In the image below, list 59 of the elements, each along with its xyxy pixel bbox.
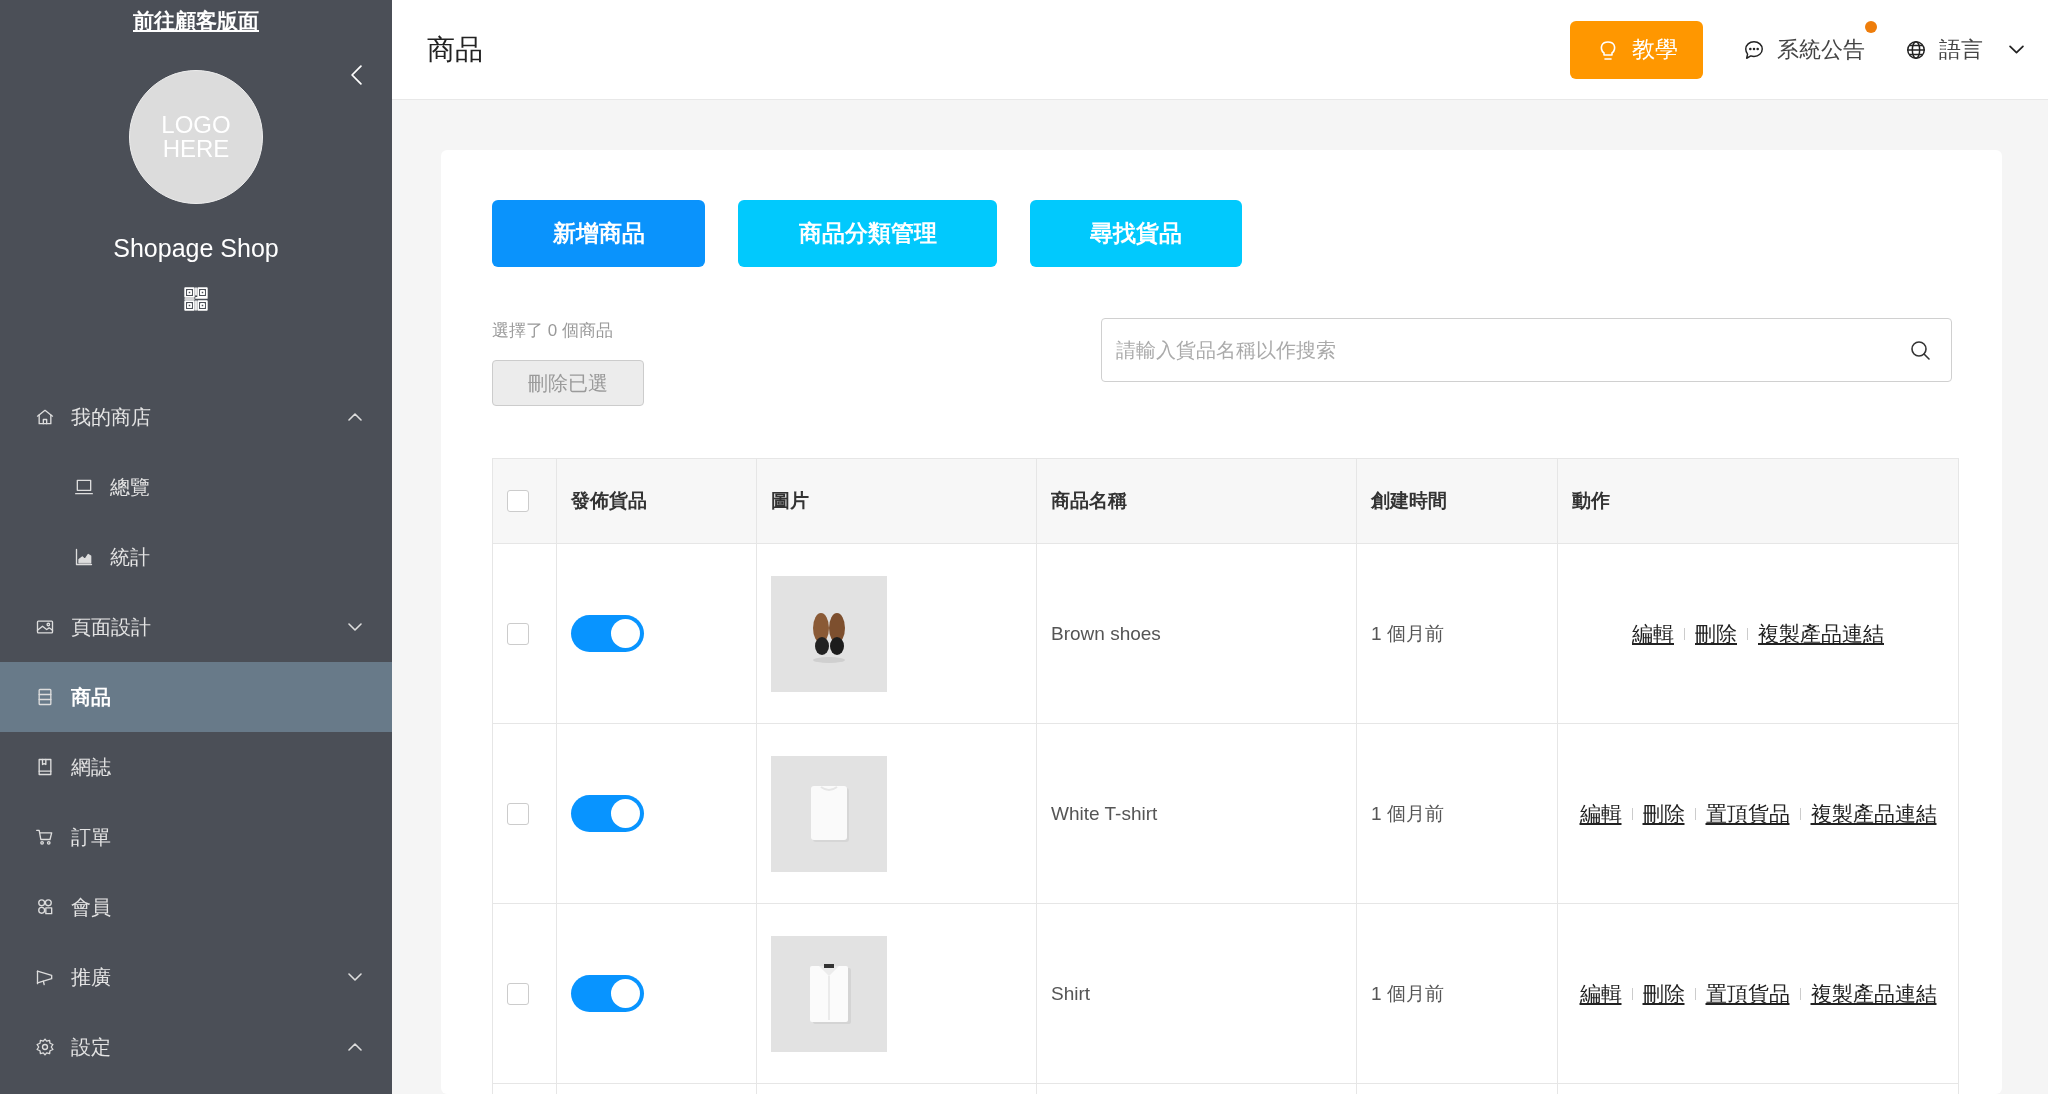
created-time: 1 個月前	[1371, 622, 1444, 644]
publish-toggle[interactable]	[571, 975, 644, 1012]
menu-item[interactable]: 我的商店	[0, 382, 392, 452]
action-link[interactable]: 編輯	[1579, 799, 1622, 828]
chart-icon	[74, 547, 94, 567]
created-time: 1 個月前	[1371, 982, 1444, 1004]
gear-icon	[35, 1037, 55, 1057]
column-header: 圖片	[771, 490, 809, 511]
action-link[interactable]: 複製產品連結	[1810, 799, 1937, 828]
menu-item[interactable]: 網誌	[0, 732, 392, 802]
action-link[interactable]: 刪除	[1642, 799, 1685, 828]
members-icon	[35, 897, 55, 917]
language-selector[interactable]: 語言	[1905, 34, 2024, 65]
chevron-down-icon	[2009, 45, 2024, 54]
checkbox[interactable]	[507, 490, 529, 513]
menu-item[interactable]: 總覽	[0, 452, 392, 522]
product-name: White T-shirt	[1051, 802, 1158, 824]
action-link[interactable]: 編輯	[1579, 979, 1622, 1008]
home-icon	[35, 407, 55, 427]
action-link[interactable]: 置頂貨品	[1705, 979, 1790, 1008]
menu-item[interactable]: 會員	[0, 872, 392, 942]
product-name: Shirt	[1051, 982, 1091, 1004]
action-link[interactable]: 複製產品連結	[1758, 619, 1884, 648]
selection-count: 選擇了 0 個商品	[492, 320, 613, 342]
action-link[interactable]: 複製產品連結	[1810, 979, 1937, 1008]
cart-icon	[35, 827, 55, 847]
created-time: 1 個月前	[1371, 802, 1444, 824]
checkbox[interactable]	[507, 803, 529, 825]
action-link[interactable]: 刪除	[1642, 979, 1685, 1008]
chat-bubble-icon	[1743, 38, 1765, 61]
publish-toggle[interactable]	[571, 795, 644, 832]
shop-name: Shopage Shop	[113, 233, 279, 264]
search-icon[interactable]	[1908, 338, 1932, 362]
menu-item[interactable]: 商品	[0, 662, 392, 732]
qr-code-icon[interactable]	[183, 286, 209, 312]
announcements-button[interactable]: 系統公告	[1743, 34, 1865, 65]
action-link[interactable]: 刪除	[1695, 619, 1737, 648]
checkbox[interactable]	[507, 983, 529, 1005]
globe-icon	[1905, 38, 1927, 61]
search-field[interactable]: 請輸入貨品名稱以作搜索	[1101, 318, 1952, 382]
menu-item[interactable]: 統計	[0, 522, 392, 592]
menu-item[interactable]: 設定	[0, 1012, 392, 1082]
page-title: 商品	[427, 32, 484, 67]
menu-item[interactable]: 推廣	[0, 942, 392, 1012]
column-header: 創建時間	[1371, 490, 1447, 511]
publish-toggle[interactable]	[571, 615, 644, 652]
laptop-icon	[74, 477, 94, 497]
column-header: 發佈貨品	[571, 490, 647, 511]
storefront-link[interactable]: 前往顧客版面	[133, 6, 259, 36]
menu-item[interactable]: 頁面設計	[0, 592, 392, 662]
megaphone-icon	[35, 967, 55, 987]
action-link[interactable]: 置頂貨品	[1705, 799, 1790, 828]
product-name: Brown shoes	[1051, 622, 1161, 644]
action-link[interactable]: 編輯	[1632, 619, 1674, 648]
column-header: 商品名稱	[1051, 490, 1127, 511]
column-header: 動作	[1572, 490, 1610, 511]
checkbox[interactable]	[507, 623, 529, 645]
collapse-icon[interactable]	[351, 65, 362, 85]
menu-item[interactable]: 訂單	[0, 802, 392, 872]
